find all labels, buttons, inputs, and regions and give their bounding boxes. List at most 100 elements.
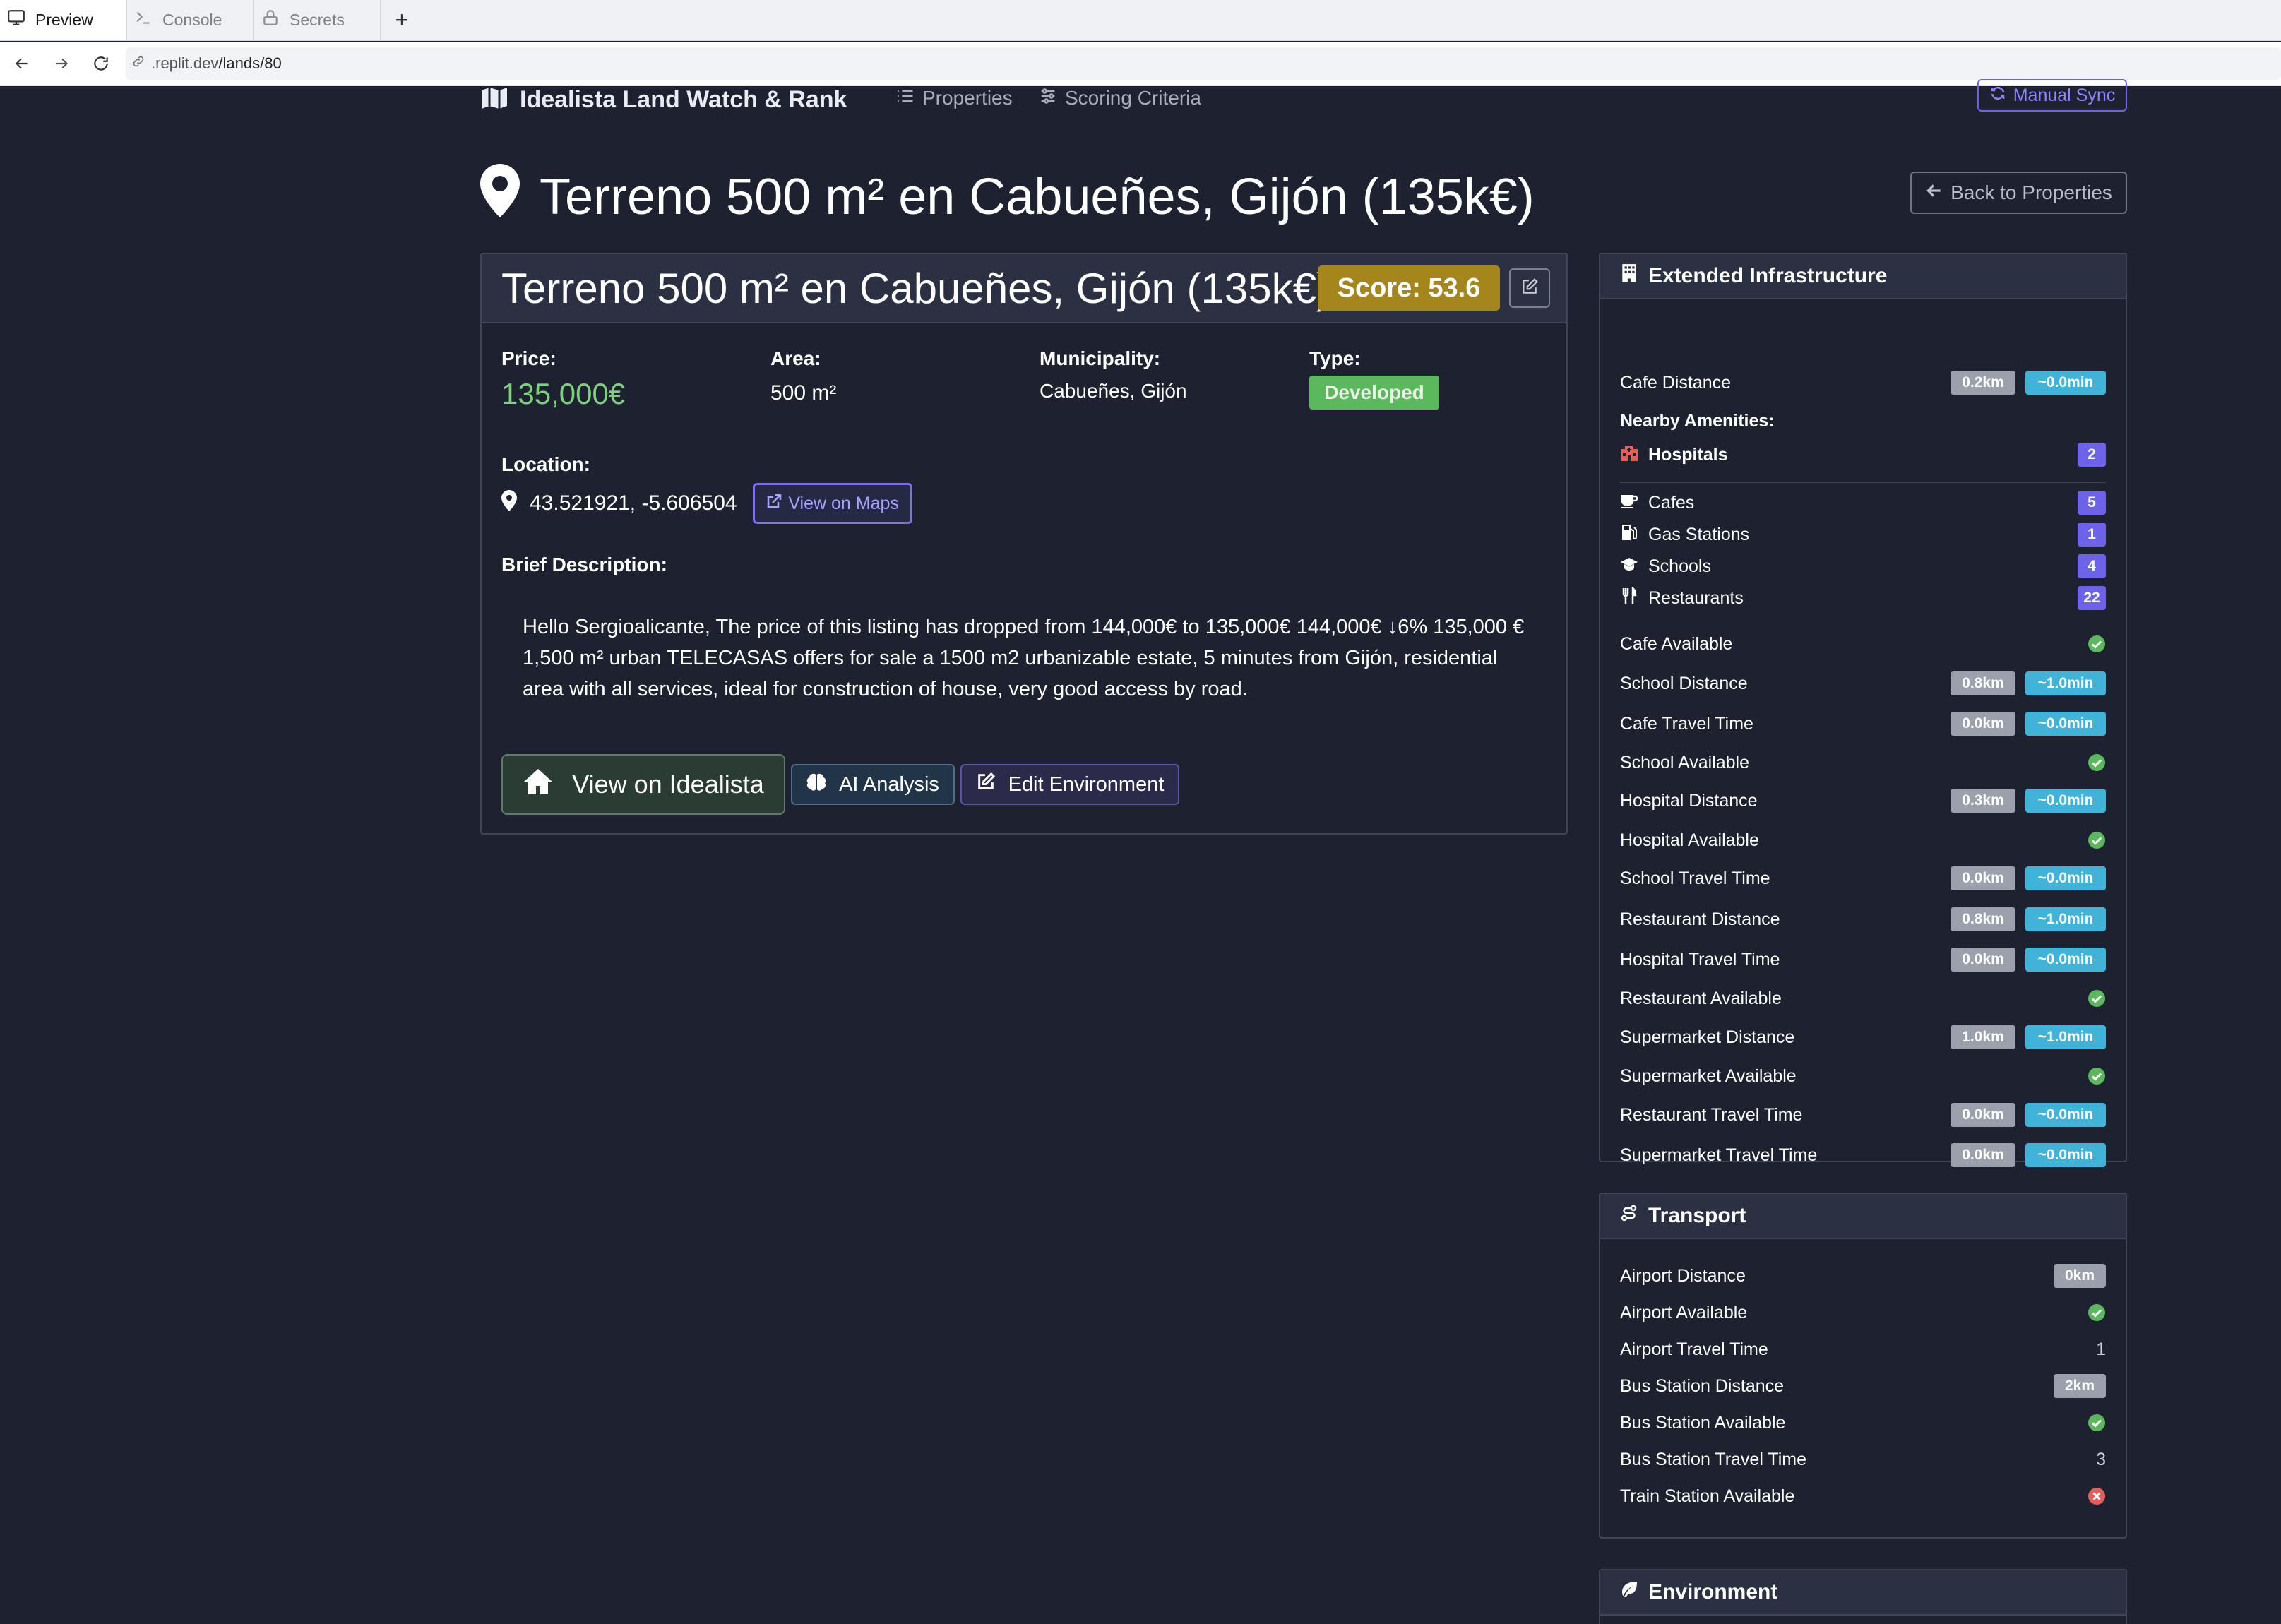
- forward-arrow-icon[interactable]: [44, 46, 79, 81]
- amenity-row-schools: Schools 4: [1620, 552, 2106, 580]
- time-pill: ~1.0min: [2025, 907, 2106, 931]
- hospital-available-row: Hospital Available: [1620, 826, 2106, 854]
- time-pill: ~1.0min: [2025, 1025, 2106, 1049]
- row-label: Train Station Available: [1620, 1486, 1795, 1506]
- amenity-label: Schools: [1648, 556, 1711, 576]
- view-on-maps-button[interactable]: View on Maps: [752, 483, 912, 524]
- map-icon: [480, 86, 508, 113]
- ai-analysis-button[interactable]: AI Analysis: [791, 764, 955, 805]
- nav-properties-label: Properties: [922, 87, 1013, 109]
- check-circle-icon: [2088, 754, 2105, 771]
- map-pin-icon: [480, 164, 520, 230]
- url-field[interactable]: .replit.dev/lands/80: [126, 47, 2281, 80]
- route-icon: [1620, 1203, 1638, 1229]
- brand[interactable]: Idealista Land Watch & Rank: [480, 86, 847, 113]
- row-label: Supermarket Distance: [1620, 1027, 1795, 1047]
- row-label: School Travel Time: [1620, 868, 1770, 888]
- check-circle-icon: [2088, 1414, 2105, 1431]
- edit-icon: [1520, 277, 1539, 299]
- edit-icon: [976, 772, 996, 797]
- hospitals-label: Hospitals: [1648, 444, 1728, 465]
- list-icon: [895, 86, 915, 110]
- view-on-idealista-label: View on Idealista: [572, 770, 764, 799]
- environment-title: Environment: [1648, 1580, 1778, 1604]
- nearby-amenities-label: Nearby Amenities:: [1620, 411, 1775, 431]
- airport-distance-row: Airport Distance 0km: [1620, 1262, 2106, 1290]
- row-label: Restaurant Available: [1620, 988, 1782, 1008]
- municipality-value: Cabueñes, Gijón: [1040, 380, 1187, 402]
- amenities-divider: [1620, 482, 2106, 483]
- amenity-count: 22: [2078, 586, 2106, 610]
- back-arrow-icon[interactable]: [4, 46, 40, 81]
- hospitals-row: Hospitals 2: [1620, 441, 2106, 469]
- amenity-row-restaurants: Restaurants 22: [1620, 584, 2106, 612]
- restaurant-travel-time-row: Restaurant Travel Time 0.0km ~0.0min: [1620, 1101, 2106, 1129]
- tab-label: Console: [162, 10, 222, 29]
- amenity-row-gas-stations: Gas Stations 1: [1620, 520, 2106, 549]
- infrastructure-title: Extended Infrastructure: [1648, 264, 1888, 287]
- bus-station-distance-row: Bus Station Distance 2km: [1620, 1372, 2106, 1400]
- school-travel-time-row: School Travel Time 0.0km ~0.0min: [1620, 864, 2106, 892]
- train-station-available-row: Train Station Available: [1620, 1482, 2106, 1510]
- amenity-label: Restaurants: [1648, 587, 1744, 608]
- distance-pill: 0.3km: [1951, 789, 2015, 813]
- amenity-count: 5: [2078, 491, 2106, 515]
- back-label: Back to Properties: [1951, 181, 2112, 203]
- time-pill: ~1.0min: [2025, 671, 2106, 695]
- time-pill: ~0.0min: [2025, 948, 2106, 972]
- row-label: Airport Available: [1620, 1302, 1748, 1323]
- cup-icon: [1620, 491, 1638, 515]
- distance-pill: 0.8km: [1951, 907, 2015, 931]
- distance-pill: 1.0km: [1951, 1025, 2015, 1049]
- time-pill: ~0.0min: [2025, 1103, 2106, 1127]
- row-label: Bus Station Travel Time: [1620, 1449, 1807, 1469]
- check-circle-icon: [2088, 1304, 2105, 1321]
- amenity-row-cafes: Cafes 5: [1620, 489, 2106, 517]
- edit-environment-button[interactable]: Edit Environment: [960, 764, 1179, 805]
- url-host: .replit.dev: [151, 54, 219, 72]
- edit-property-button[interactable]: [1509, 268, 1550, 308]
- score-badge: Score: 53.6: [1318, 265, 1500, 311]
- description-label: Brief Description:: [501, 554, 667, 575]
- row-label: School Available: [1620, 752, 1750, 772]
- coordinates: 43.521921, -5.606504: [530, 491, 737, 515]
- time-pill: ~0.0min: [2025, 712, 2106, 736]
- browser-tab-bar: Preview Console Secrets +: [0, 0, 2281, 41]
- new-tab-button[interactable]: +: [381, 0, 422, 40]
- back-to-properties-button[interactable]: Back to Properties: [1910, 172, 2127, 214]
- location-row: 43.521921, -5.606504 View on Maps: [501, 483, 912, 524]
- airport-travel-time-row: Airport Travel Time 1: [1620, 1335, 2106, 1363]
- nav-scoring-label: Scoring Criteria: [1065, 87, 1201, 109]
- supermarket-distance-row: Supermarket Distance 1.0km ~1.0min: [1620, 1023, 2106, 1051]
- hospital-travel-time-row: Hospital Travel Time 0.0km ~0.0min: [1620, 945, 2106, 974]
- area-label: Area:: [770, 347, 821, 369]
- time-pill: ~0.0min: [2025, 789, 2106, 813]
- row-label: Supermarket Travel Time: [1620, 1145, 1818, 1165]
- view-on-idealista-button[interactable]: View on Idealista: [501, 754, 785, 815]
- time-pill: ~0.0min: [2025, 371, 2106, 395]
- tab-secrets[interactable]: Secrets: [254, 0, 381, 40]
- manual-sync-button[interactable]: Manual Sync: [1977, 79, 2127, 112]
- nav-scoring-criteria[interactable]: Scoring Criteria: [1038, 86, 1201, 110]
- cafe-available-row: Cafe Available: [1620, 630, 2106, 658]
- sync-icon: [1989, 85, 2006, 107]
- location-label: Location:: [501, 453, 590, 475]
- restaurant-distance-row: Restaurant Distance 0.8km ~1.0min: [1620, 905, 2106, 933]
- nav-properties[interactable]: Properties: [895, 86, 1013, 110]
- arrow-left-icon: [1925, 181, 1943, 205]
- row-label: Bus Station Available: [1620, 1412, 1786, 1433]
- row-label: Cafe Travel Time: [1620, 713, 1753, 734]
- hospital-icon: [1620, 443, 1638, 467]
- amenity-label: Gas Stations: [1648, 524, 1750, 544]
- row-label: Restaurant Distance: [1620, 909, 1780, 929]
- ai-analysis-label: AI Analysis: [839, 772, 939, 796]
- distance-pill: 0.0km: [1951, 1103, 2015, 1127]
- tab-preview[interactable]: Preview: [0, 0, 127, 40]
- bus-station-travel-time-row: Bus Station Travel Time 3: [1620, 1445, 2106, 1474]
- brain-icon: [806, 772, 826, 797]
- reload-icon[interactable]: [83, 46, 119, 81]
- row-label: Cafe Distance: [1620, 372, 1732, 393]
- link-icon: [131, 54, 145, 73]
- hospital-distance-row: Hospital Distance 0.3km ~0.0min: [1620, 787, 2106, 815]
- tab-console[interactable]: Console: [127, 0, 254, 40]
